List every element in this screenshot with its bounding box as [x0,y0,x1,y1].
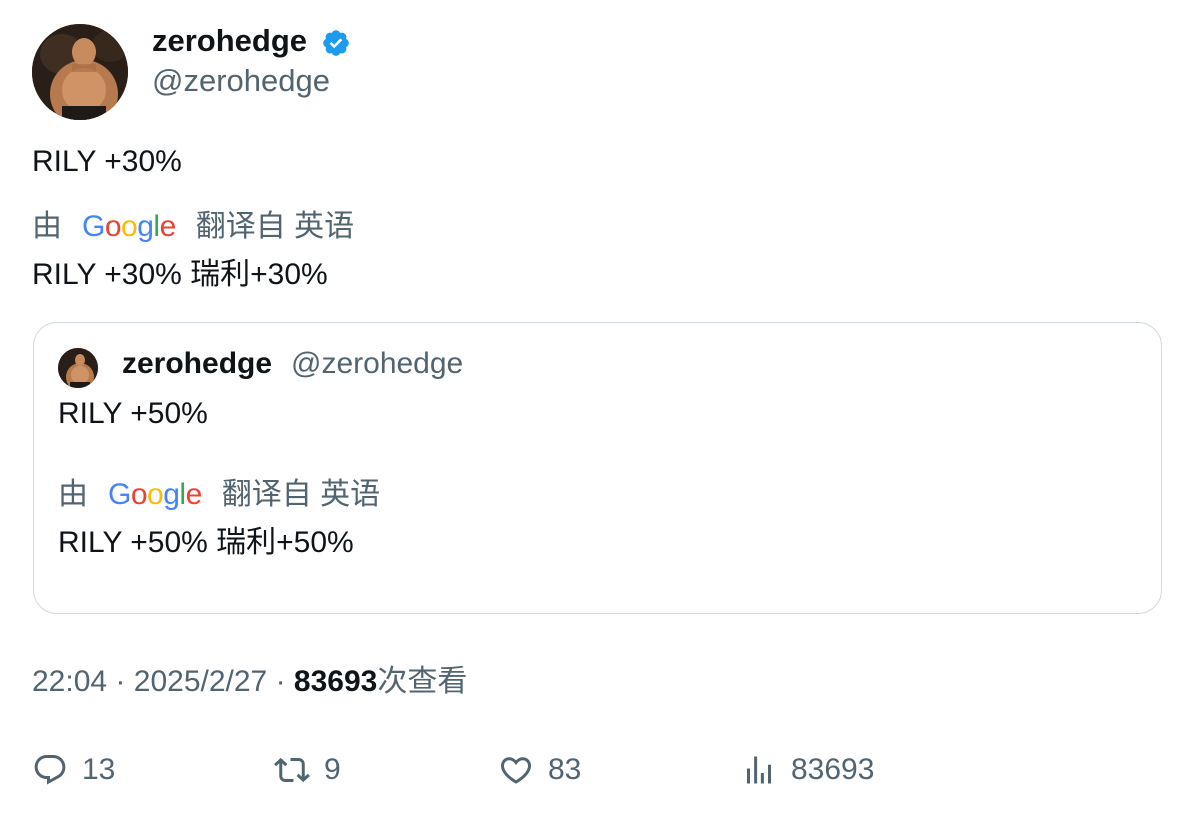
verified-badge-icon [323,30,349,56]
quoted-google-logo: Google [108,478,202,511]
reply-icon [34,755,66,785]
tweet-time[interactable]: 22:04 [32,665,107,698]
retweet-icon [274,757,310,783]
heart-icon [500,757,532,784]
reply-count: 13 [82,753,116,786]
tweet-text: RILY +30% [32,145,182,178]
tweet-date[interactable]: 2025/2/27 [134,665,267,698]
quoted-tweet-text: RILY +50% [58,397,208,430]
author-handle[interactable]: @zerohedge [152,62,330,100]
views-label: 次查看 [377,665,468,698]
quoted-translation-attribution[interactable]: 由 Google 翻译自 英语 [58,476,380,514]
views-button[interactable]: 83693 [741,750,874,790]
meta-separator: · [115,665,126,698]
translation-suffix: 翻译自 英语 [195,210,355,243]
translation-attribution[interactable]: 由 Google 翻译自 英语 [32,208,354,246]
views-icon [747,756,771,784]
quoted-translated-text: RILY +50% 瑞利+50% [58,526,354,559]
quoted-avatar[interactable] [58,348,98,388]
tweet-meta: 22:04 · 2025/2/27 · 83693次查看 [32,663,467,701]
google-logo: Google [82,210,176,243]
like-button[interactable]: 83 [498,750,581,790]
translated-text: RILY +30% 瑞利+30% [32,258,328,291]
views-count: 83693 [293,665,378,698]
reply-button[interactable]: 13 [32,750,115,790]
views-count-action: 83693 [791,753,875,786]
retweet-button[interactable]: 9 [274,750,341,790]
like-count: 83 [548,753,582,786]
quoted-handle: @zerohedge [291,347,464,380]
quoted-translation-prefix: 由 [58,478,88,511]
quoted-display-name: zerohedge [122,347,273,380]
meta-separator: · [275,665,286,698]
avatar[interactable] [32,24,128,120]
quoted-translation-suffix: 翻译自 英语 [221,478,381,511]
quoted-avatar-image [58,348,98,388]
retweet-count: 9 [324,753,341,786]
translation-prefix: 由 [32,210,62,243]
author-display-name[interactable]: zerohedge [152,22,307,60]
avatar-image [32,24,128,120]
